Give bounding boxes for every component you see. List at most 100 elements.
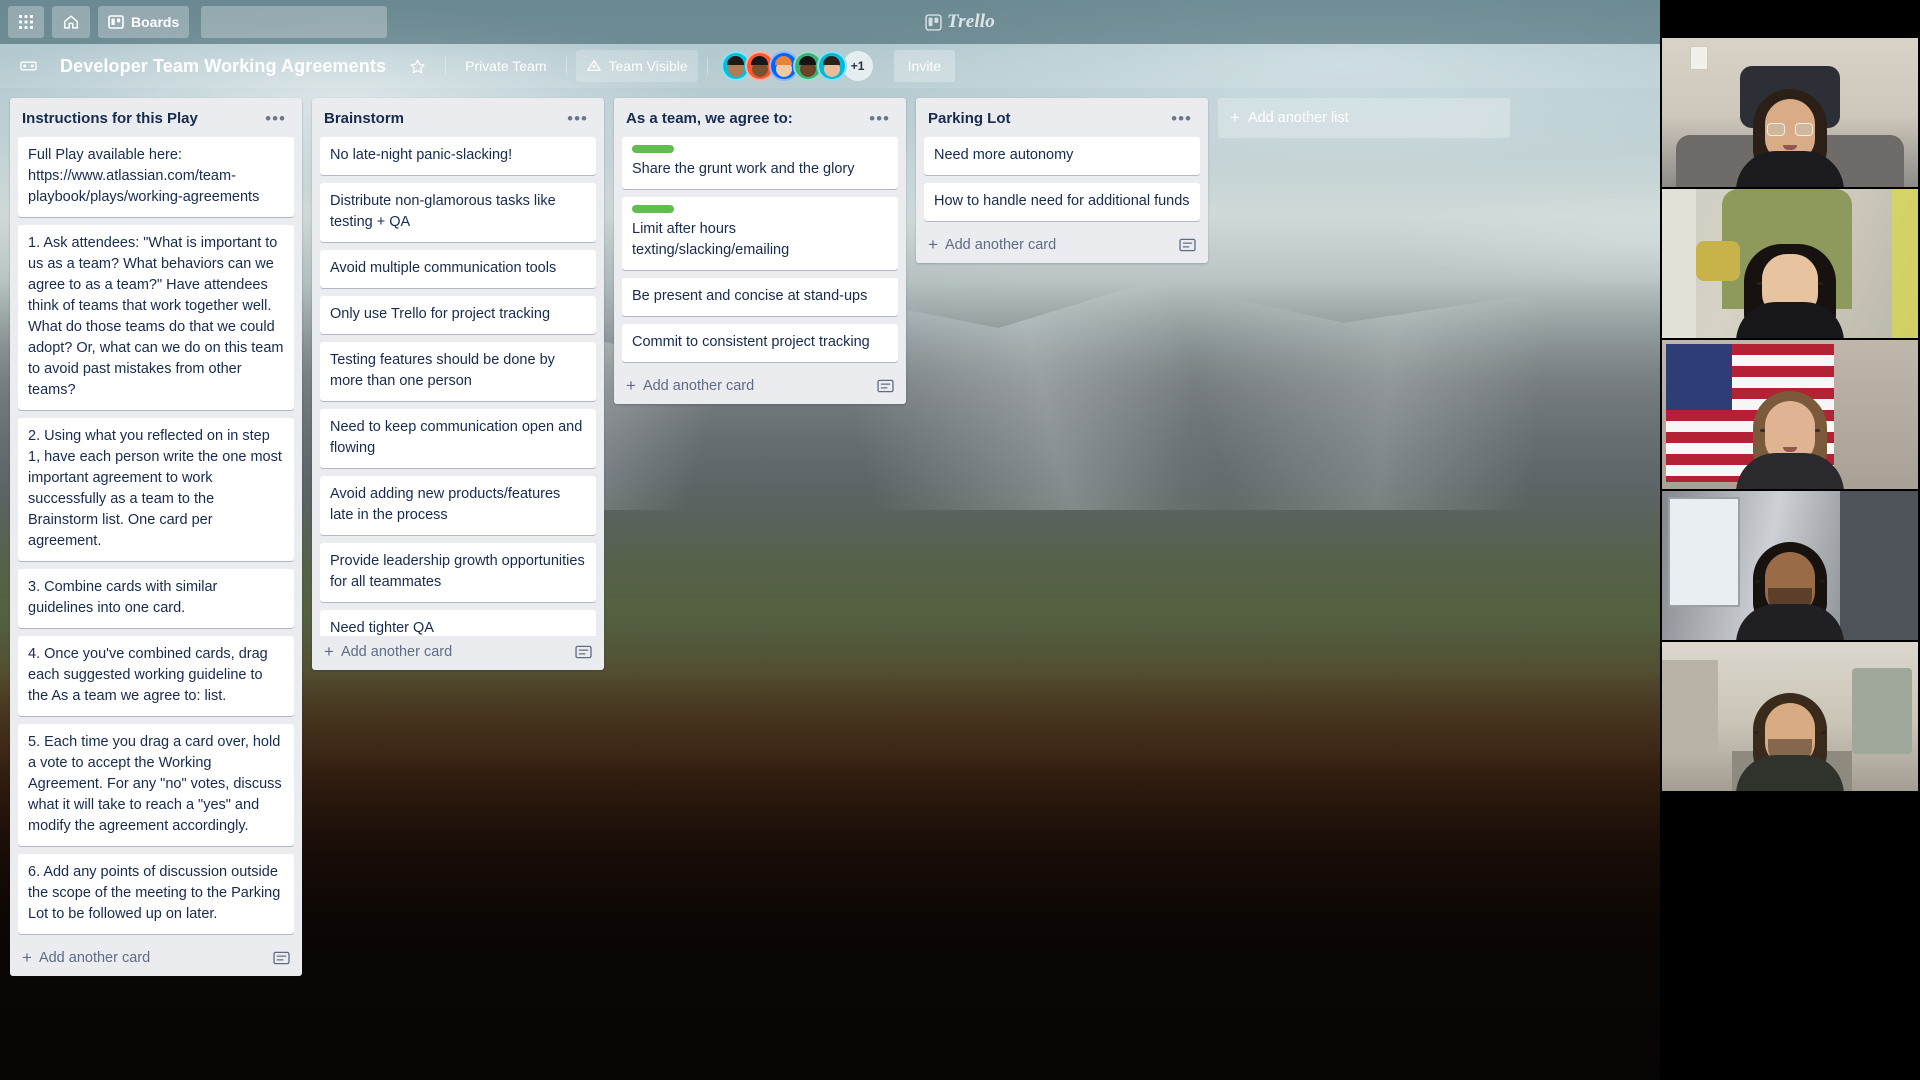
list-parking-lot: Parking Lot ••• Need more autonomy How t… <box>916 98 1208 263</box>
list-cards[interactable]: No late-night panic-slacking! Distribute… <box>312 137 604 636</box>
search-box[interactable] <box>201 6 387 38</box>
video-tile-participant-2[interactable] <box>1662 189 1918 338</box>
board-lists-canvas: Instructions for this Play ••• Full Play… <box>0 88 1660 1080</box>
board-glyph-icon <box>20 59 37 73</box>
card[interactable]: No late-night panic-slacking! <box>320 137 596 175</box>
participant-figure <box>1735 238 1845 338</box>
list-header: Brainstorm ••• <box>312 98 604 137</box>
list-menu-icon[interactable]: ••• <box>561 114 594 124</box>
card[interactable]: 1. Ask attendees: "What is important to … <box>18 225 294 410</box>
card[interactable]: Only use Trello for project tracking <box>320 296 596 334</box>
card[interactable]: Full Play available here: https://www.at… <box>18 137 294 217</box>
video-tile-participant-4[interactable] <box>1662 491 1918 640</box>
add-list-label: Add another list <box>1248 110 1349 126</box>
add-card-label: Add another card <box>39 950 150 966</box>
board-privacy-button[interactable]: Private Team <box>455 50 556 82</box>
card-text: Limit after hours texting/slacking/email… <box>632 221 789 258</box>
card[interactable]: Avoid multiple communication tools <box>320 250 596 288</box>
list-title: As a team, we agree to: <box>626 110 793 127</box>
card[interactable]: Need to keep communication open and flow… <box>320 409 596 468</box>
plus-icon: + <box>324 645 334 659</box>
video-tile-participant-3[interactable] <box>1662 340 1918 489</box>
top-navigation-bar: Boards Trello <box>0 0 1920 44</box>
video-tile-participant-5[interactable] <box>1662 642 1918 791</box>
card[interactable]: Commit to consistent project tracking <box>622 324 898 362</box>
board-members: +1 <box>721 51 873 81</box>
list-menu-icon[interactable]: ••• <box>863 114 896 124</box>
list-title: Parking Lot <box>928 110 1011 127</box>
plus-icon: + <box>928 238 938 252</box>
avatar[interactable] <box>817 51 847 81</box>
list-menu-icon[interactable]: ••• <box>1165 114 1198 124</box>
search-input[interactable] <box>209 14 390 30</box>
video-call-panel <box>1660 0 1920 1080</box>
card-text: Share the grunt work and the glory <box>632 161 854 177</box>
card[interactable]: 6. Add any points of discussion outside … <box>18 854 294 934</box>
card[interactable]: How to handle need for additional funds <box>924 183 1200 221</box>
add-another-list-button[interactable]: + Add another list <box>1218 98 1510 138</box>
card-template-icon[interactable] <box>273 951 290 965</box>
apps-grid-icon[interactable] <box>8 6 44 38</box>
trello-logo: Trello <box>925 11 995 33</box>
card-label-green[interactable] <box>632 205 674 213</box>
header-divider-2 <box>566 57 567 75</box>
list-header: Instructions for this Play ••• <box>10 98 302 137</box>
list-cards[interactable]: Full Play available here: https://www.at… <box>10 137 302 942</box>
add-card-label: Add another card <box>341 644 452 660</box>
plus-icon: + <box>22 951 32 965</box>
add-another-card-button[interactable]: + Add another card <box>312 636 604 670</box>
boards-icon <box>108 14 124 30</box>
boards-label: Boards <box>131 14 179 30</box>
header-divider-1 <box>445 57 446 75</box>
list-instructions-for-this-play: Instructions for this Play ••• Full Play… <box>10 98 302 976</box>
participant-figure <box>1735 536 1845 640</box>
home-button[interactable] <box>52 6 90 38</box>
participant-figure <box>1734 687 1846 791</box>
board-privacy-label: Private Team <box>465 58 546 74</box>
card[interactable]: Distribute non-glamorous tasks like test… <box>320 183 596 242</box>
add-card-label: Add another card <box>643 378 754 394</box>
add-card-label: Add another card <box>945 237 1056 253</box>
star-icon <box>409 58 426 75</box>
list-title: Instructions for this Play <box>22 110 198 127</box>
card[interactable]: 3. Combine cards with similar guidelines… <box>18 569 294 628</box>
add-another-card-button[interactable]: + Add another card <box>916 229 1208 263</box>
boards-button[interactable]: Boards <box>98 6 189 38</box>
board-header-bar: Developer Team Working Agreements Privat… <box>0 44 1920 88</box>
card-template-icon[interactable] <box>575 645 592 659</box>
card[interactable]: Need more autonomy <box>924 137 1200 175</box>
list-cards[interactable]: Share the grunt work and the glory Limit… <box>614 137 906 370</box>
header-divider-3 <box>707 57 708 75</box>
board-title: Developer Team Working Agreements <box>50 56 396 77</box>
list-cards[interactable]: Need more autonomy How to handle need fo… <box>916 137 1208 229</box>
board-visibility-label: Team Visible <box>609 58 688 74</box>
board-glyph-button[interactable] <box>10 50 47 82</box>
add-another-card-button[interactable]: + Add another card <box>614 370 906 404</box>
card[interactable]: Provide leadership growth opportunities … <box>320 543 596 602</box>
list-brainstorm: Brainstorm ••• No late-night panic-slack… <box>312 98 604 670</box>
card[interactable]: Testing features should be done by more … <box>320 342 596 401</box>
card-template-icon[interactable] <box>877 379 894 393</box>
card[interactable]: 2. Using what you reflected on in step 1… <box>18 418 294 561</box>
invite-button[interactable]: Invite <box>894 50 955 82</box>
card[interactable]: Limit after hours texting/slacking/email… <box>622 197 898 270</box>
card[interactable]: Need tighter QA <box>320 610 596 636</box>
card[interactable]: Avoid adding new products/features late … <box>320 476 596 535</box>
trello-logo-icon <box>925 14 942 31</box>
plus-icon: + <box>626 379 636 393</box>
card[interactable]: 5. Each time you drag a card over, hold … <box>18 724 294 846</box>
members-overflow-badge[interactable]: +1 <box>843 51 873 81</box>
card[interactable]: Be present and concise at stand-ups <box>622 278 898 316</box>
card-template-icon[interactable] <box>1179 238 1196 252</box>
board-visibility-button[interactable]: Team Visible <box>576 50 698 82</box>
card[interactable]: Share the grunt work and the glory <box>622 137 898 189</box>
list-menu-icon[interactable]: ••• <box>259 114 292 124</box>
card[interactable]: 4. Once you've combined cards, drag each… <box>18 636 294 716</box>
list-header: Parking Lot ••• <box>916 98 1208 137</box>
card-label-green[interactable] <box>632 145 674 153</box>
invite-label: Invite <box>908 58 941 74</box>
star-board-button[interactable] <box>399 50 436 82</box>
add-another-card-button[interactable]: + Add another card <box>10 942 302 976</box>
video-tile-participant-1[interactable] <box>1662 38 1918 187</box>
list-title: Brainstorm <box>324 110 404 127</box>
